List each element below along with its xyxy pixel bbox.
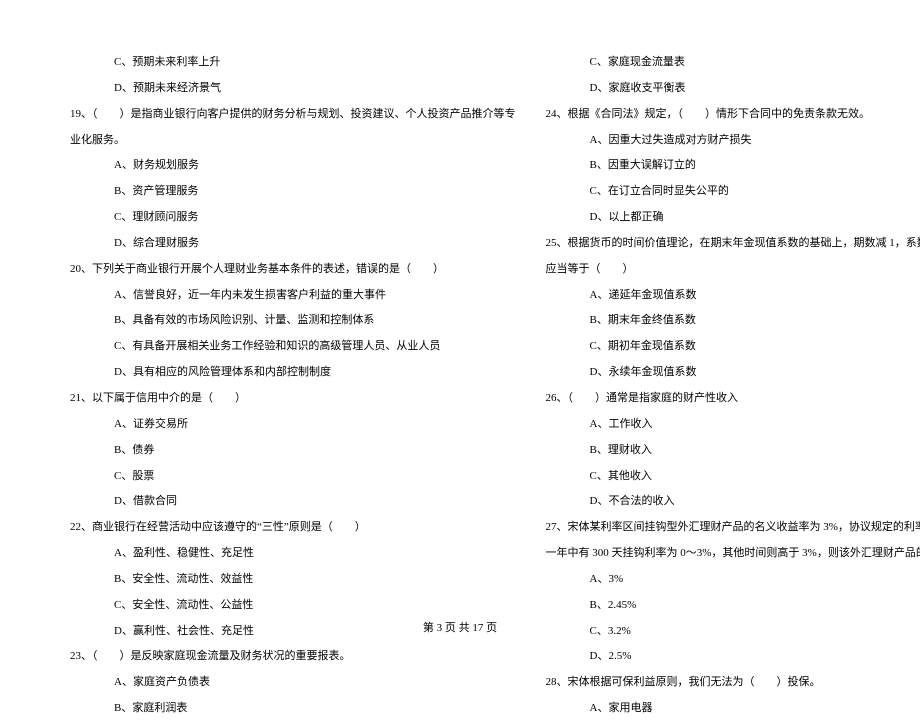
content-columns: C、预期未来利率上升 D、预期未来经济景气 19、（ ）是指商业银行向客户提供的… — [70, 50, 850, 605]
option: D、预期未来经济景气 — [70, 76, 516, 102]
option: C、安全性、流动性、公益性 — [70, 593, 516, 619]
option: C、有具备开展相关业务工作经验和知识的高级管理人员、从业人员 — [70, 334, 516, 360]
option: A、家用电器 — [546, 696, 920, 722]
option: B、债券 — [70, 438, 516, 464]
option: C、其他收入 — [546, 464, 920, 490]
question-stem: 27、宋体某利率区间挂钩型外汇理财产品的名义收益率为 3%，协议规定的利率区间为… — [546, 515, 920, 541]
question-stem: 一年中有 300 天挂钩利率为 0～3%，其他时间则高于 3%，则该外汇理财产品… — [546, 541, 920, 567]
option: A、工作收入 — [546, 412, 920, 438]
option: D、以上都正确 — [546, 205, 920, 231]
option: C、理财顾问服务 — [70, 205, 516, 231]
option: C、预期未来利率上升 — [70, 50, 516, 76]
option: A、3% — [546, 567, 920, 593]
option: B、2.45% — [546, 593, 920, 619]
question-stem: 23、（ ）是反映家庭现金流量及财务状况的重要报表。 — [70, 644, 516, 670]
option: D、不合法的收入 — [546, 489, 920, 515]
option: B、因重大误解订立的 — [546, 153, 920, 179]
question-stem: 应当等于（ ） — [546, 257, 920, 283]
option: C、在订立合同时显失公平的 — [546, 179, 920, 205]
option: B、具备有效的市场风险识别、计量、监测和控制体系 — [70, 308, 516, 334]
page-footer: 第 3 页 共 17 页 — [0, 619, 920, 635]
option: D、借款合同 — [70, 489, 516, 515]
option: C、期初年金现值系数 — [546, 334, 920, 360]
option: C、家庭现金流量表 — [546, 50, 920, 76]
option: B、期末年金终值系数 — [546, 308, 920, 334]
question-stem: 28、宋体根据可保利益原则，我们无法为（ ）投保。 — [546, 670, 920, 696]
question-stem: 21、以下属于信用中介的是（ ） — [70, 386, 516, 412]
option: B、资产管理服务 — [70, 179, 516, 205]
option: C、股票 — [70, 464, 516, 490]
question-stem: 19、（ ）是指商业银行向客户提供的财务分析与规划、投资建议、个人投资产品推介等… — [70, 102, 516, 128]
option: A、信誉良好，近一年内未发生损害客户利益的重大事件 — [70, 283, 516, 309]
option: D、永续年金现值系数 — [546, 360, 920, 386]
option: B、理财收入 — [546, 438, 920, 464]
option: A、家庭资产负债表 — [70, 670, 516, 696]
question-stem: 业化服务。 — [70, 128, 516, 154]
left-column: C、预期未来利率上升 D、预期未来经济景气 19、（ ）是指商业银行向客户提供的… — [70, 50, 516, 605]
question-stem: 25、根据货币的时间价值理论，在期末年金现值系数的基础上，期数减 1，系数加 1… — [546, 231, 920, 257]
option: D、2.5% — [546, 644, 920, 670]
option: D、具有相应的风险管理体系和内部控制制度 — [70, 360, 516, 386]
option: D、家庭收支平衡表 — [546, 76, 920, 102]
question-stem: 22、商业银行在经营活动中应该遵守的“三性”原则是（ ） — [70, 515, 516, 541]
question-stem: 24、根据《合同法》规定，（ ）情形下合同中的免责条款无效。 — [546, 102, 920, 128]
option: A、证券交易所 — [70, 412, 516, 438]
option: D、综合理财服务 — [70, 231, 516, 257]
option: A、递延年金现值系数 — [546, 283, 920, 309]
question-stem: 20、下列关于商业银行开展个人理财业务基本条件的表述，错误的是（ ） — [70, 257, 516, 283]
option: B、家庭利润表 — [70, 696, 516, 722]
question-stem: 26、（ ）通常是指家庭的财产性收入 — [546, 386, 920, 412]
option: A、财务规划服务 — [70, 153, 516, 179]
right-column: C、家庭现金流量表 D、家庭收支平衡表 24、根据《合同法》规定，（ ）情形下合… — [546, 50, 920, 605]
option: A、盈利性、稳健性、充足性 — [70, 541, 516, 567]
option: A、因重大过失造成对方财产损失 — [546, 128, 920, 154]
option: B、安全性、流动性、效益性 — [70, 567, 516, 593]
